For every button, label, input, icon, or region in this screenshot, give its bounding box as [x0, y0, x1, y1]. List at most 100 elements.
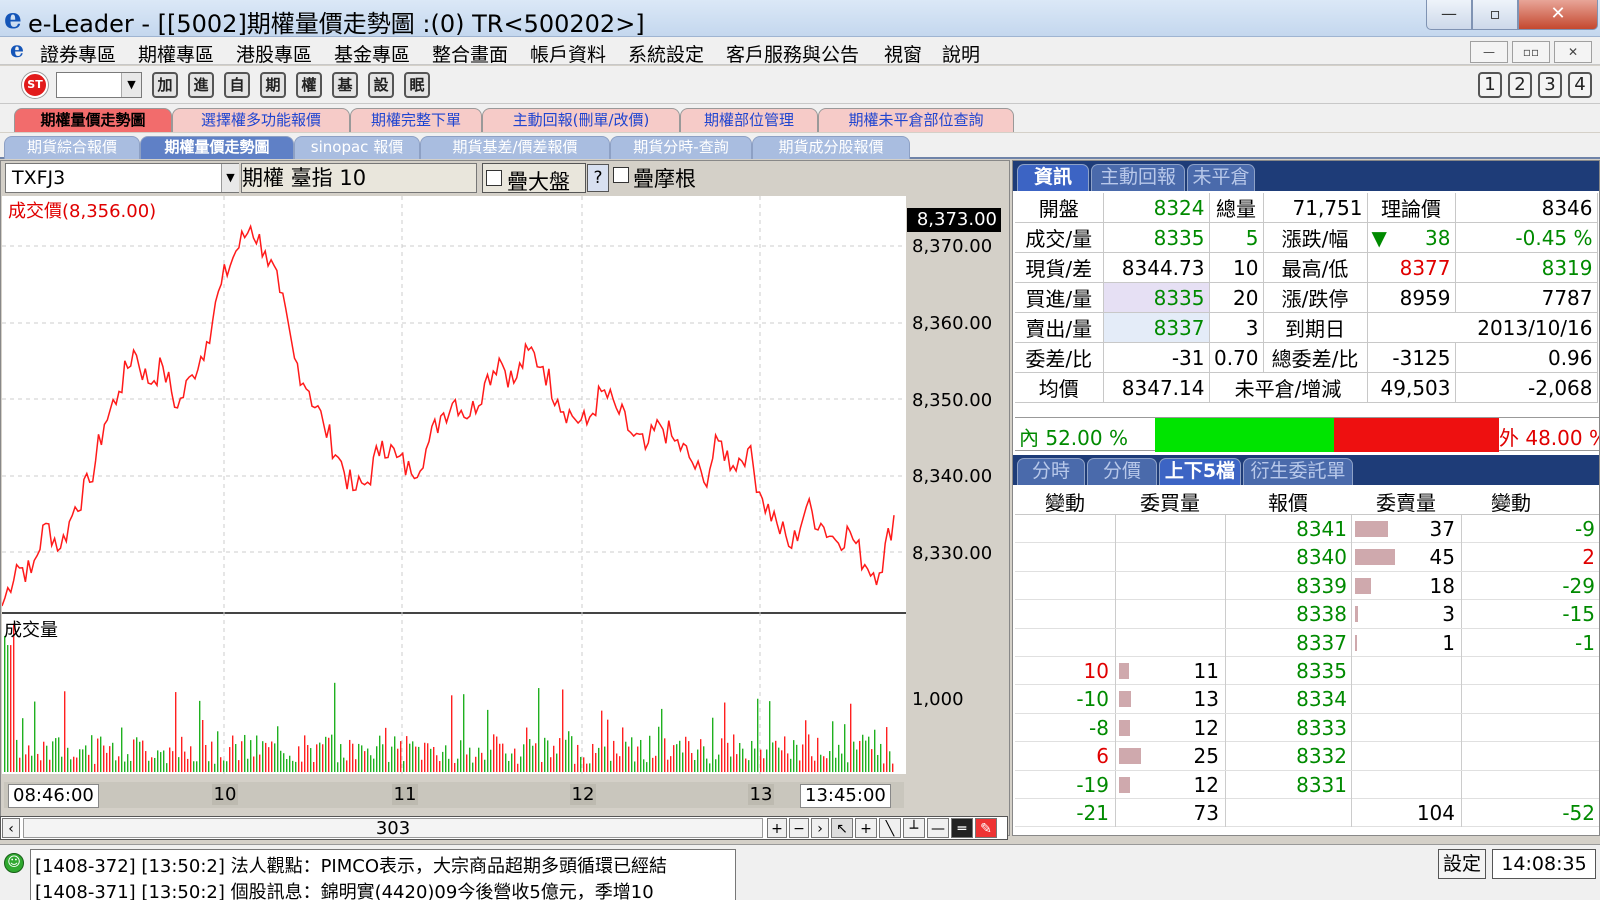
zoom-in-button[interactable]: + [767, 818, 787, 838]
volume-bar [727, 742, 729, 772]
horizontal-line-tool-icon[interactable]: — [927, 818, 949, 838]
inner-outer-ratio-bar: 內 52.00 % 外 48.00 % [1015, 417, 1599, 452]
help-button[interactable]: ? [587, 164, 609, 192]
mdi-minimize-button[interactable]: — [1470, 41, 1508, 63]
scroll-left-button[interactable]: ‹ [2, 818, 20, 838]
tab-open-position-query[interactable]: 期權未平倉部位查詢 [818, 108, 1014, 132]
tab-info[interactable]: 資訊 [1017, 164, 1089, 191]
bid-row[interactable]: -19 12 8331 [1015, 770, 1599, 799]
bid-row[interactable]: 6 25 8332 [1015, 742, 1599, 771]
zoom-out-button[interactable]: − [789, 818, 809, 838]
menu-hk-stocks[interactable]: 港股專區 [236, 40, 312, 67]
toolbar-settings-icon[interactable]: 設 [368, 72, 394, 98]
tab-futures-quotes[interactable]: 期貨綜合報價 [4, 136, 140, 159]
menu-settings[interactable]: 系統設定 [628, 40, 704, 67]
ask-row[interactable]: 8338 3 -15 [1015, 600, 1599, 629]
bid-price[interactable]: 8333 [1225, 716, 1347, 740]
menu-integrated-view[interactable]: 整合畫面 [432, 40, 508, 67]
ask-price[interactable]: 8339 [1225, 574, 1347, 598]
layout-1-button[interactable]: 1 [1478, 72, 1502, 98]
bid-row[interactable]: -10 13 8334 [1015, 685, 1599, 714]
function-combo[interactable]: ▼ [56, 72, 142, 98]
menu-futures-options[interactable]: 期權專區 [138, 40, 214, 67]
mdi-restore-button[interactable]: ▫▫ [1512, 41, 1550, 63]
toolbar-advance-icon[interactable]: 進 [188, 72, 214, 98]
toolbar-futures-icon[interactable]: 期 [260, 72, 286, 98]
tab-futures-intraday[interactable]: 期貨分時-查詢 [610, 136, 752, 159]
toolbar-sleep-icon[interactable]: 眠 [404, 72, 430, 98]
ask-price[interactable]: 8340 [1225, 545, 1347, 569]
layout-2-button[interactable]: 2 [1508, 72, 1532, 98]
toolbar-options-icon[interactable]: 權 [296, 72, 322, 98]
ask-row[interactable]: 8340 45 2 [1015, 543, 1599, 572]
erase-tool-icon[interactable]: ✎ [975, 818, 997, 838]
tab-chart-active[interactable]: 期權量價走勢圖 [140, 136, 294, 159]
tab-active-reply[interactable]: 主動回報 [1091, 164, 1185, 191]
volume-bar [448, 758, 450, 772]
bid-price[interactable]: 8331 [1225, 773, 1347, 797]
tab-active-report[interactable]: 主動回報(刪單/改價) [482, 108, 680, 132]
ask-price[interactable]: 8337 [1225, 631, 1347, 655]
ask-row[interactable]: 8339 18 -29 [1015, 571, 1599, 601]
chart-scrollbar[interactable]: ‹ 303 + − › ↖ + ╲ ┴ — ═ ✎ [0, 816, 1008, 840]
menu-securities[interactable]: 證券專區 [40, 40, 116, 67]
menu-service[interactable]: 客戶服務與公告 [726, 40, 859, 67]
ask-row[interactable]: 8341 37 -9 [1015, 515, 1599, 544]
ask-price[interactable]: 8338 [1225, 602, 1347, 626]
pointer-tool-icon[interactable]: ↖ [831, 818, 853, 838]
ask-price[interactable]: 8341 [1225, 517, 1347, 541]
news-line[interactable]: [1408-371] [13:50:2] 個股訊息：錦明實(4420)09今後營… [35, 878, 654, 900]
symbol-select[interactable]: TXFJ3 [5, 163, 239, 193]
label-change: 漲跌/幅 [1263, 222, 1368, 253]
tab-price-distribution[interactable]: 分價 [1087, 458, 1157, 485]
menu-window[interactable]: 視窗 [884, 40, 922, 67]
totals-row[interactable]: -21 73 104 -52 [1015, 798, 1599, 828]
tab-sinopac-quotes[interactable]: sinopac 報價 [294, 136, 420, 159]
tab-full-order[interactable]: 期權完整下單 [350, 108, 482, 132]
news-ticker[interactable]: [1408-372] [13:50:2] 法人觀點：PIMCO表示，大宗商品超期… [30, 849, 736, 900]
tab-price-volume-chart[interactable]: 期權量價走勢圖 [14, 108, 172, 132]
crosshair-tool-icon[interactable]: + [855, 818, 877, 838]
channel-tool-icon[interactable]: ═ [951, 818, 973, 838]
tab-options-quotes[interactable]: 選擇權多功能報價 [172, 108, 350, 132]
x-tick-label: 10 [212, 784, 238, 805]
bid-row[interactable]: 10 11 8335 [1015, 656, 1599, 686]
bid-price[interactable]: 8332 [1225, 744, 1347, 768]
news-line[interactable]: [1408-372] [13:50:2] 法人觀點：PIMCO表示，大宗商品超期… [35, 852, 667, 878]
maximize-button[interactable]: ▫ [1472, 0, 1518, 30]
bid-row[interactable]: -8 12 8333 [1015, 713, 1599, 743]
scroll-right-button[interactable]: › [811, 818, 829, 838]
tab-five-levels[interactable]: 上下5檔 [1159, 458, 1241, 485]
tab-derivative-orders[interactable]: 衍生委託單 [1243, 458, 1353, 485]
layout-4-button[interactable]: 4 [1568, 72, 1592, 98]
menu-help[interactable]: 說明 [942, 40, 980, 67]
overlay-index-checkbox[interactable] [486, 170, 502, 186]
price-volume-chart[interactable] [2, 196, 908, 782]
trendline-tool-icon[interactable]: ╲ [879, 818, 901, 838]
tab-position-management[interactable]: 期權部位管理 [680, 108, 818, 132]
scroll-track[interactable]: 303 [23, 818, 763, 839]
toolbar-custom-icon[interactable]: 自 [224, 72, 250, 98]
mdi-close-button[interactable]: ✕ [1554, 41, 1592, 63]
tab-basis-spread[interactable]: 期貨基差/價差報價 [420, 136, 610, 159]
tab-open-interest[interactable]: 未平倉 [1187, 164, 1255, 191]
close-button[interactable]: ✕ [1518, 0, 1598, 30]
toolbar-fund-icon[interactable]: 基 [332, 72, 358, 98]
menu-funds[interactable]: 基金專區 [334, 40, 410, 67]
chevron-down-icon[interactable]: ▼ [121, 73, 141, 97]
ask-row[interactable]: 8337 1 -1 [1015, 628, 1599, 657]
vertical-line-tool-icon[interactable]: ┴ [903, 818, 925, 838]
overlay-msci-checkbox[interactable] [613, 167, 629, 183]
toolbar-add-icon[interactable]: 加 [152, 72, 178, 98]
minimize-button[interactable]: — [1426, 0, 1472, 30]
bid-price[interactable]: 8335 [1225, 659, 1347, 683]
settings-button[interactable]: 設定 [1438, 849, 1486, 879]
bid-price[interactable]: 8334 [1225, 687, 1347, 711]
tab-time-sales[interactable]: 分時 [1017, 458, 1085, 485]
layout-3-button[interactable]: 3 [1538, 72, 1562, 98]
sinopac-logo-icon[interactable]: ST [22, 72, 48, 98]
tab-constituent-quotes[interactable]: 期貨成分股報價 [752, 136, 910, 159]
chevron-down-icon[interactable]: ▼ [221, 164, 239, 192]
overlay-index-toggle[interactable]: 疊大盤 [482, 163, 586, 194]
menu-account[interactable]: 帳戶資料 [530, 40, 606, 67]
